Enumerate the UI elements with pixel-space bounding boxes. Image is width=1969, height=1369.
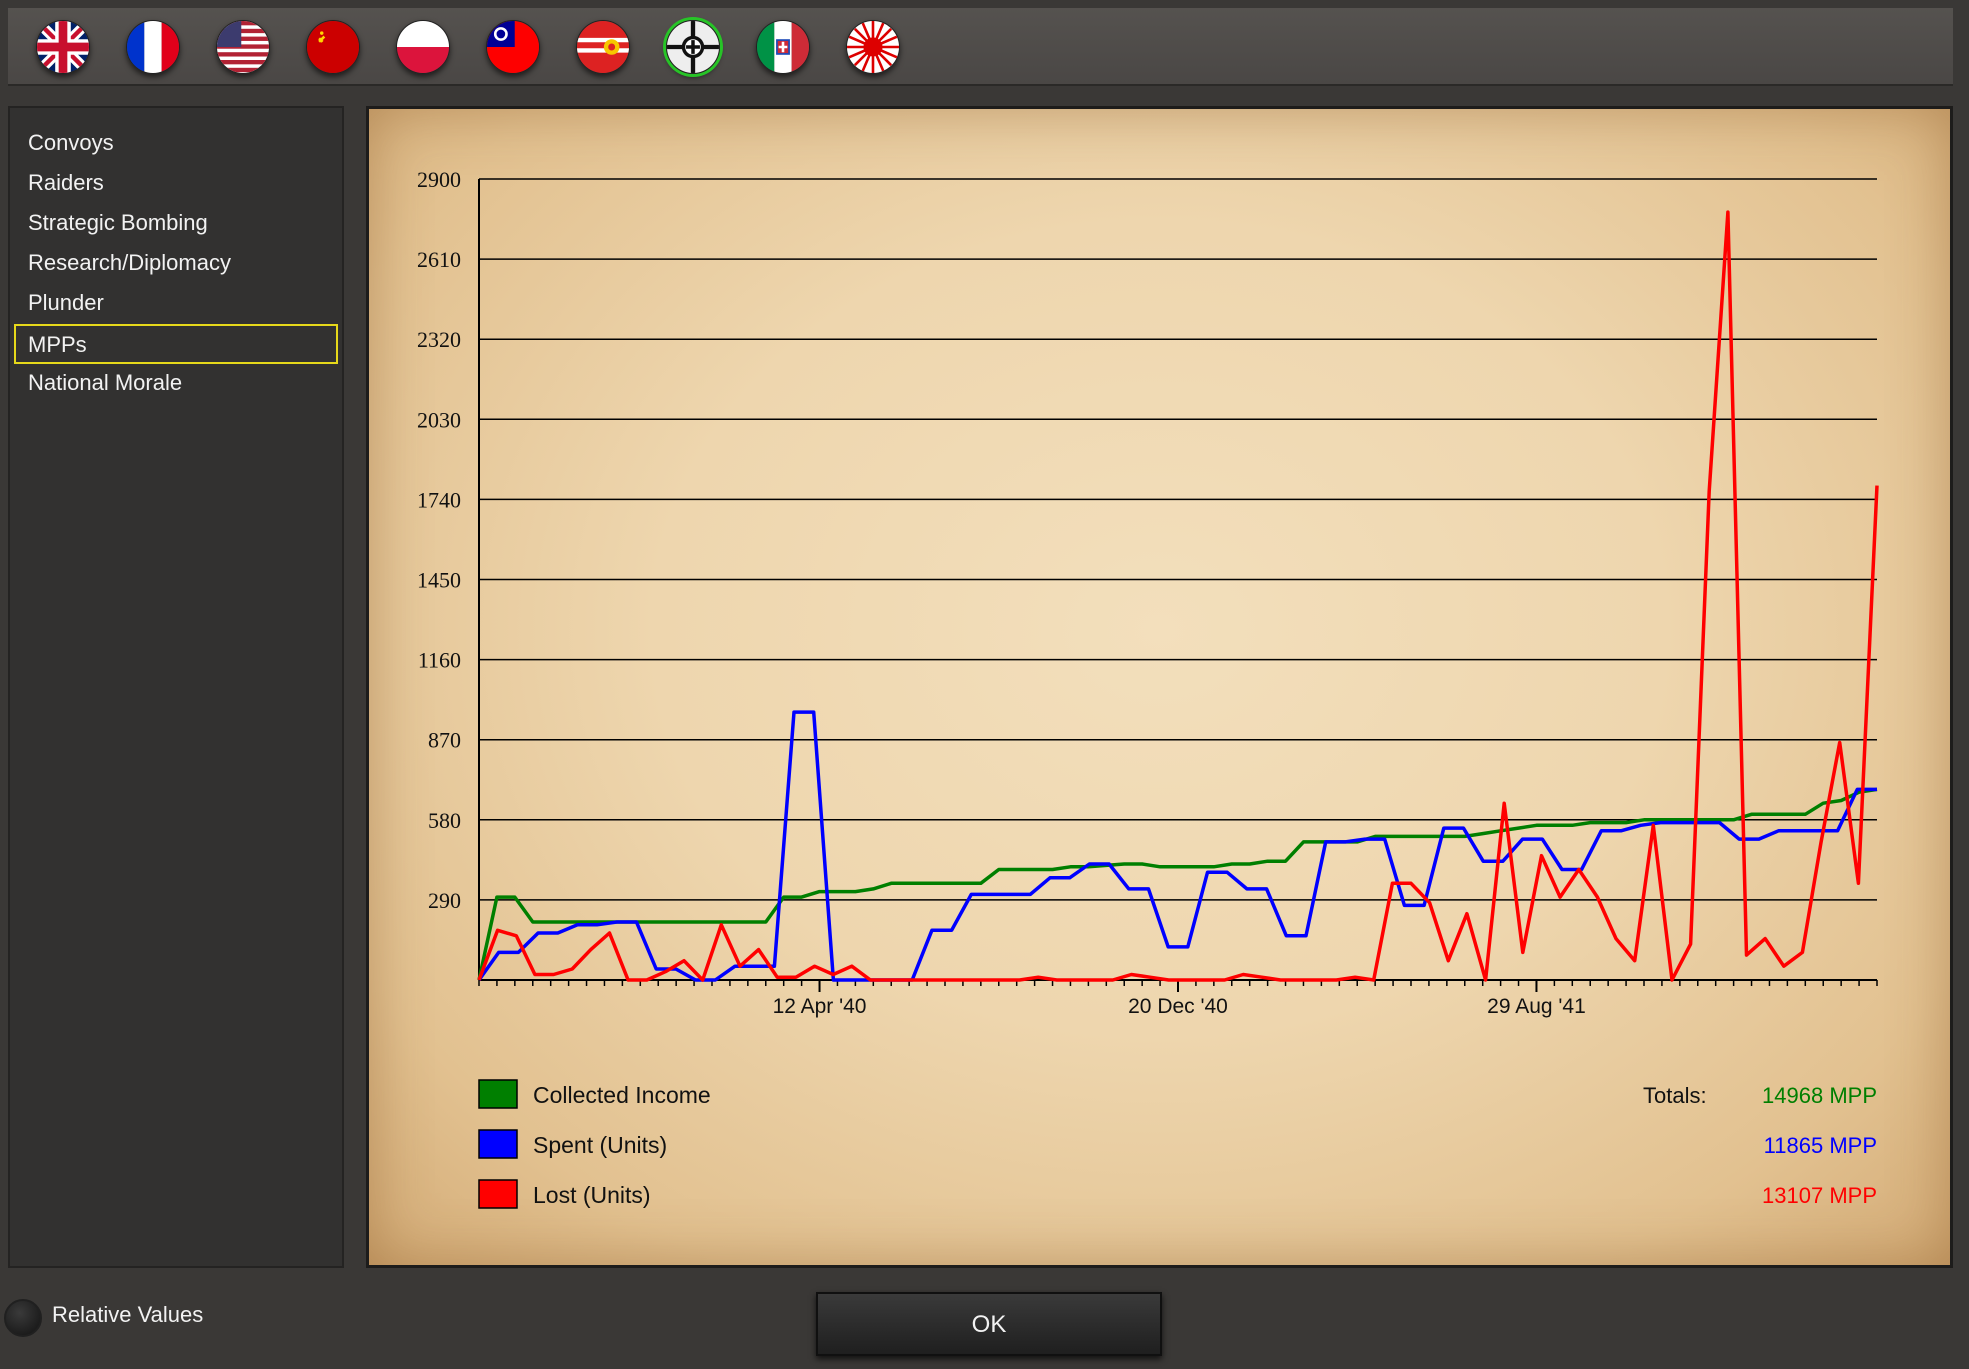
ok-button[interactable]: OK — [816, 1292, 1162, 1356]
series-total: 11865 MPP — [1764, 1133, 1877, 1158]
series-line-2 — [477, 210, 1879, 982]
x-tick-label: 29 Aug '41 — [1487, 995, 1586, 1018]
y-tick-label: 1160 — [418, 648, 461, 673]
relative-values-label: Relative Values — [52, 1302, 204, 1327]
nation-flag-bar — [8, 8, 1953, 86]
y-tick-label: 2900 — [417, 167, 461, 192]
japan-flag-icon[interactable] — [846, 20, 900, 74]
legend-label: Collected Income — [533, 1082, 711, 1108]
sidebar-item-research-diplomacy[interactable]: Research/Diplomacy — [14, 244, 338, 284]
series-total: 14968 MPP — [1762, 1083, 1877, 1108]
sidebar-item-mpps[interactable]: MPPs — [14, 324, 338, 364]
sidebar-item-plunder[interactable]: Plunder — [14, 284, 338, 324]
y-tick-label: 2030 — [417, 407, 461, 432]
chart-panel: 290 580 870 1160 1450 1740 2030 2320 2610 2900 12 … — [366, 106, 1953, 1268]
ussr-flag-icon[interactable] — [306, 20, 360, 74]
y-tick-label: 1740 — [417, 487, 461, 512]
sidebar-item-national-morale[interactable]: National Morale — [14, 364, 338, 404]
legend-label: Spent (Units) — [533, 1132, 667, 1158]
x-tick-label: 20 Dec '40 — [1128, 995, 1228, 1018]
usa-flag-icon[interactable] — [216, 20, 270, 74]
poland-flag-icon[interactable] — [396, 20, 450, 74]
totals-label: Totals: — [1643, 1083, 1707, 1108]
italy-flag-icon[interactable] — [756, 20, 810, 74]
legend-swatch — [478, 1179, 518, 1209]
sidebar-item-raiders[interactable]: Raiders — [14, 164, 338, 204]
mpp-line-chart: 290 580 870 1160 1450 1740 2030 2320 2610 2900 12 … — [417, 167, 1879, 1209]
statistics-category-list: Convoys Raiders Strategic Bombing Research/… — [8, 106, 344, 1268]
china-flag-icon[interactable] — [486, 20, 540, 74]
sidebar-item-convoys[interactable]: Convoys — [14, 124, 338, 164]
y-tick-label: 870 — [428, 728, 461, 753]
legend-swatch — [478, 1129, 518, 1159]
relative-values-radio[interactable] — [4, 1299, 42, 1337]
y-tick-label: 2320 — [417, 327, 461, 352]
france-flag-icon[interactable] — [126, 20, 180, 74]
legend-swatch — [478, 1079, 518, 1109]
y-tick-label: 2610 — [417, 247, 461, 272]
legend-label: Lost (Units) — [533, 1182, 651, 1208]
uk-flag-icon[interactable] — [36, 20, 90, 74]
x-tick-label: 12 Apr '40 — [773, 995, 867, 1018]
series-total: 13107 MPP — [1762, 1183, 1877, 1208]
y-tick-label: 580 — [428, 808, 461, 833]
y-tick-label: 290 — [428, 888, 461, 913]
mongolia-flag-icon[interactable] — [576, 20, 630, 74]
sidebar-item-strategic-bombing[interactable]: Strategic Bombing — [14, 204, 338, 244]
germany-flag-icon[interactable] — [666, 20, 720, 74]
y-tick-label: 1450 — [417, 568, 461, 593]
